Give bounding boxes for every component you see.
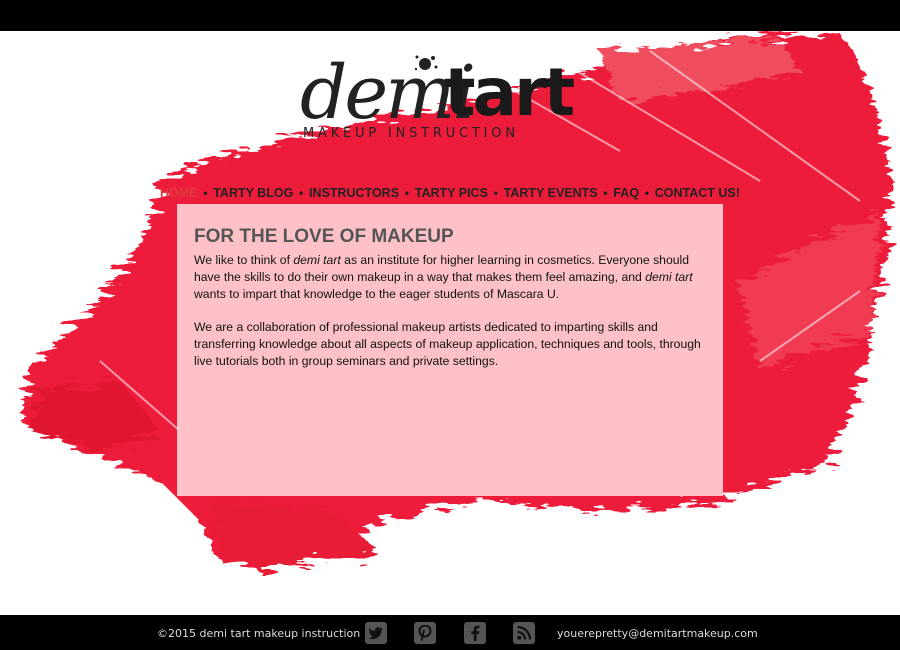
- nav-separator: •: [404, 186, 410, 200]
- nav-contact-us[interactable]: CONTACT US!: [655, 186, 740, 200]
- pinterest-icon[interactable]: [414, 622, 436, 644]
- copyright-text: ©2015 demi tart makeup instruction: [157, 627, 361, 640]
- nav-separator: •: [203, 186, 208, 200]
- nav-separator: •: [299, 186, 304, 200]
- about-paragraph: We are a collaboration of professional m…: [194, 320, 701, 368]
- footer: ©2015 demi tart makeup instruction youer…: [0, 615, 900, 650]
- logo-word-tart: tart: [444, 54, 575, 131]
- page-title: FOR THE LOVE OF MAKEUP: [194, 226, 454, 247]
- intro-text-a: We like to think of: [194, 253, 294, 267]
- contact-email-link[interactable]: youerepretty@demitartmakeup.com: [557, 627, 758, 640]
- facebook-icon[interactable]: [464, 622, 486, 644]
- content-panel: FOR THE LOVE OF MAKEUP We like to think …: [177, 204, 723, 496]
- logo-tagline: MAKEUP INSTRUCTION: [303, 126, 519, 141]
- nav-faq[interactable]: FAQ: [613, 186, 639, 200]
- brand-logo[interactable]: demi tart MAKEUP INSTRUCTION: [300, 48, 590, 148]
- nav-instructors[interactable]: INSTRUCTORS: [309, 186, 399, 200]
- nav-separator: •: [493, 186, 498, 200]
- main-nav: HOME • TARTY BLOG • INSTRUCTORS • TARTY …: [160, 183, 740, 203]
- intro-paragraph: We like to think of demi tart as an inst…: [194, 252, 704, 303]
- brand-name-inline: demi tart: [293, 253, 341, 267]
- ink-splatter-icon: [414, 55, 438, 71]
- nav-tarty-pics[interactable]: TARTY PICS: [415, 186, 488, 200]
- nav-separator: •: [603, 186, 608, 200]
- nav-tarty-events[interactable]: TARTY EVENTS: [504, 186, 598, 200]
- nav-tarty-blog[interactable]: TARTY BLOG: [213, 186, 293, 200]
- nav-separator: •: [644, 186, 649, 200]
- nav-home[interactable]: HOME: [160, 186, 198, 200]
- rss-icon[interactable]: [513, 622, 535, 644]
- twitter-icon[interactable]: [365, 622, 387, 644]
- intro-text-e: wants to impart that knowledge to the ea…: [194, 287, 560, 301]
- brand-name-inline: demi tart: [645, 270, 693, 284]
- top-bar: [0, 0, 900, 31]
